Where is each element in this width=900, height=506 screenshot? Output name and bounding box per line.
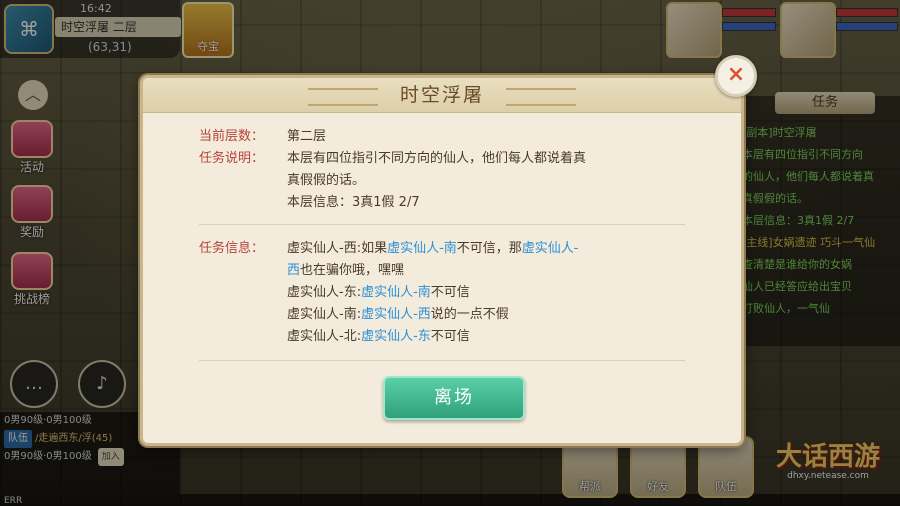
task-info-row: 任务信息： 虚实仙人-西:如果虚实仙人-南不可信，那虚实仙人- 西也在骗你哦，嘿嘿…: [199, 238, 699, 358]
description-row: 任务说明： 本层有四位指引不同方向的仙人，他们每人都说着真 真假假的话。 本层信…: [199, 148, 699, 214]
floor-value: 第二层: [287, 129, 327, 144]
clue-text: 虚实仙人-西:如果: [287, 241, 388, 256]
clue-line: 虚实仙人-东:虚实仙人-南不可信: [287, 282, 707, 304]
clue-text: 不可信: [430, 285, 470, 300]
tower-dialog: 时空浮屠 当前层数： 第二层 任务说明： 本层有四位指引不同方向的仙人，他们每人…: [140, 75, 744, 446]
floor-info: 本层信息：3真1假 2/7: [287, 195, 420, 210]
clue-line: 西也在骗你哦，嘿嘿: [287, 260, 707, 282]
floor-label: 当前层数：: [199, 129, 265, 144]
fairy-name: 西: [287, 263, 301, 278]
fairy-name: 虚实仙人-: [521, 241, 579, 256]
clue-text: 虚实仙人-南:: [287, 307, 362, 322]
clue-text: 说的一点不假: [430, 307, 509, 322]
description-text: 本层有四位指引不同方向的仙人，他们每人都说着真 真假假的话。 本层信息：3真1假…: [287, 148, 707, 214]
fairy-name: 虚实仙人-南: [361, 285, 431, 300]
clue-text: 也在骗你哦，嘿嘿: [300, 263, 405, 278]
clue-line: 虚实仙人-北:虚实仙人-东不可信: [287, 326, 707, 348]
section-divider: [199, 224, 685, 225]
clue-text: 虚实仙人-东:: [287, 285, 362, 300]
task-info-label: 任务信息：: [199, 241, 265, 256]
leave-button[interactable]: 离场: [383, 376, 525, 420]
clue-text: 虚实仙人-北:: [287, 329, 362, 344]
description-line: 本层有四位指引不同方向的仙人，他们每人都说着真: [287, 151, 587, 166]
clue-text: 不可信，那: [456, 241, 522, 256]
clue-list: 虚实仙人-西:如果虚实仙人-南不可信，那虚实仙人- 西也在骗你哦，嘿嘿 虚实仙人-东…: [287, 238, 707, 348]
fairy-name: 虚实仙人-南: [387, 241, 457, 256]
dialog-header: 时空浮屠: [143, 78, 741, 113]
clue-line: 虚实仙人-西:如果虚实仙人-南不可信，那虚实仙人-: [287, 238, 707, 260]
clue-text: 不可信: [430, 329, 470, 344]
clue-line: 虚实仙人-南:虚实仙人-西说的一点不假: [287, 304, 707, 326]
fairy-name: 虚实仙人-东: [361, 329, 431, 344]
fairy-name: 虚实仙人-西: [361, 307, 431, 322]
description-label: 任务说明：: [199, 151, 265, 166]
close-icon[interactable]: ×: [715, 55, 757, 97]
description-line: 真假假的话。: [287, 173, 366, 188]
section-divider: [199, 360, 685, 361]
floor-row: 当前层数： 第二层: [199, 126, 699, 148]
title-ornament-right: [506, 88, 576, 106]
dialog-title: 时空浮屠: [399, 84, 484, 106]
